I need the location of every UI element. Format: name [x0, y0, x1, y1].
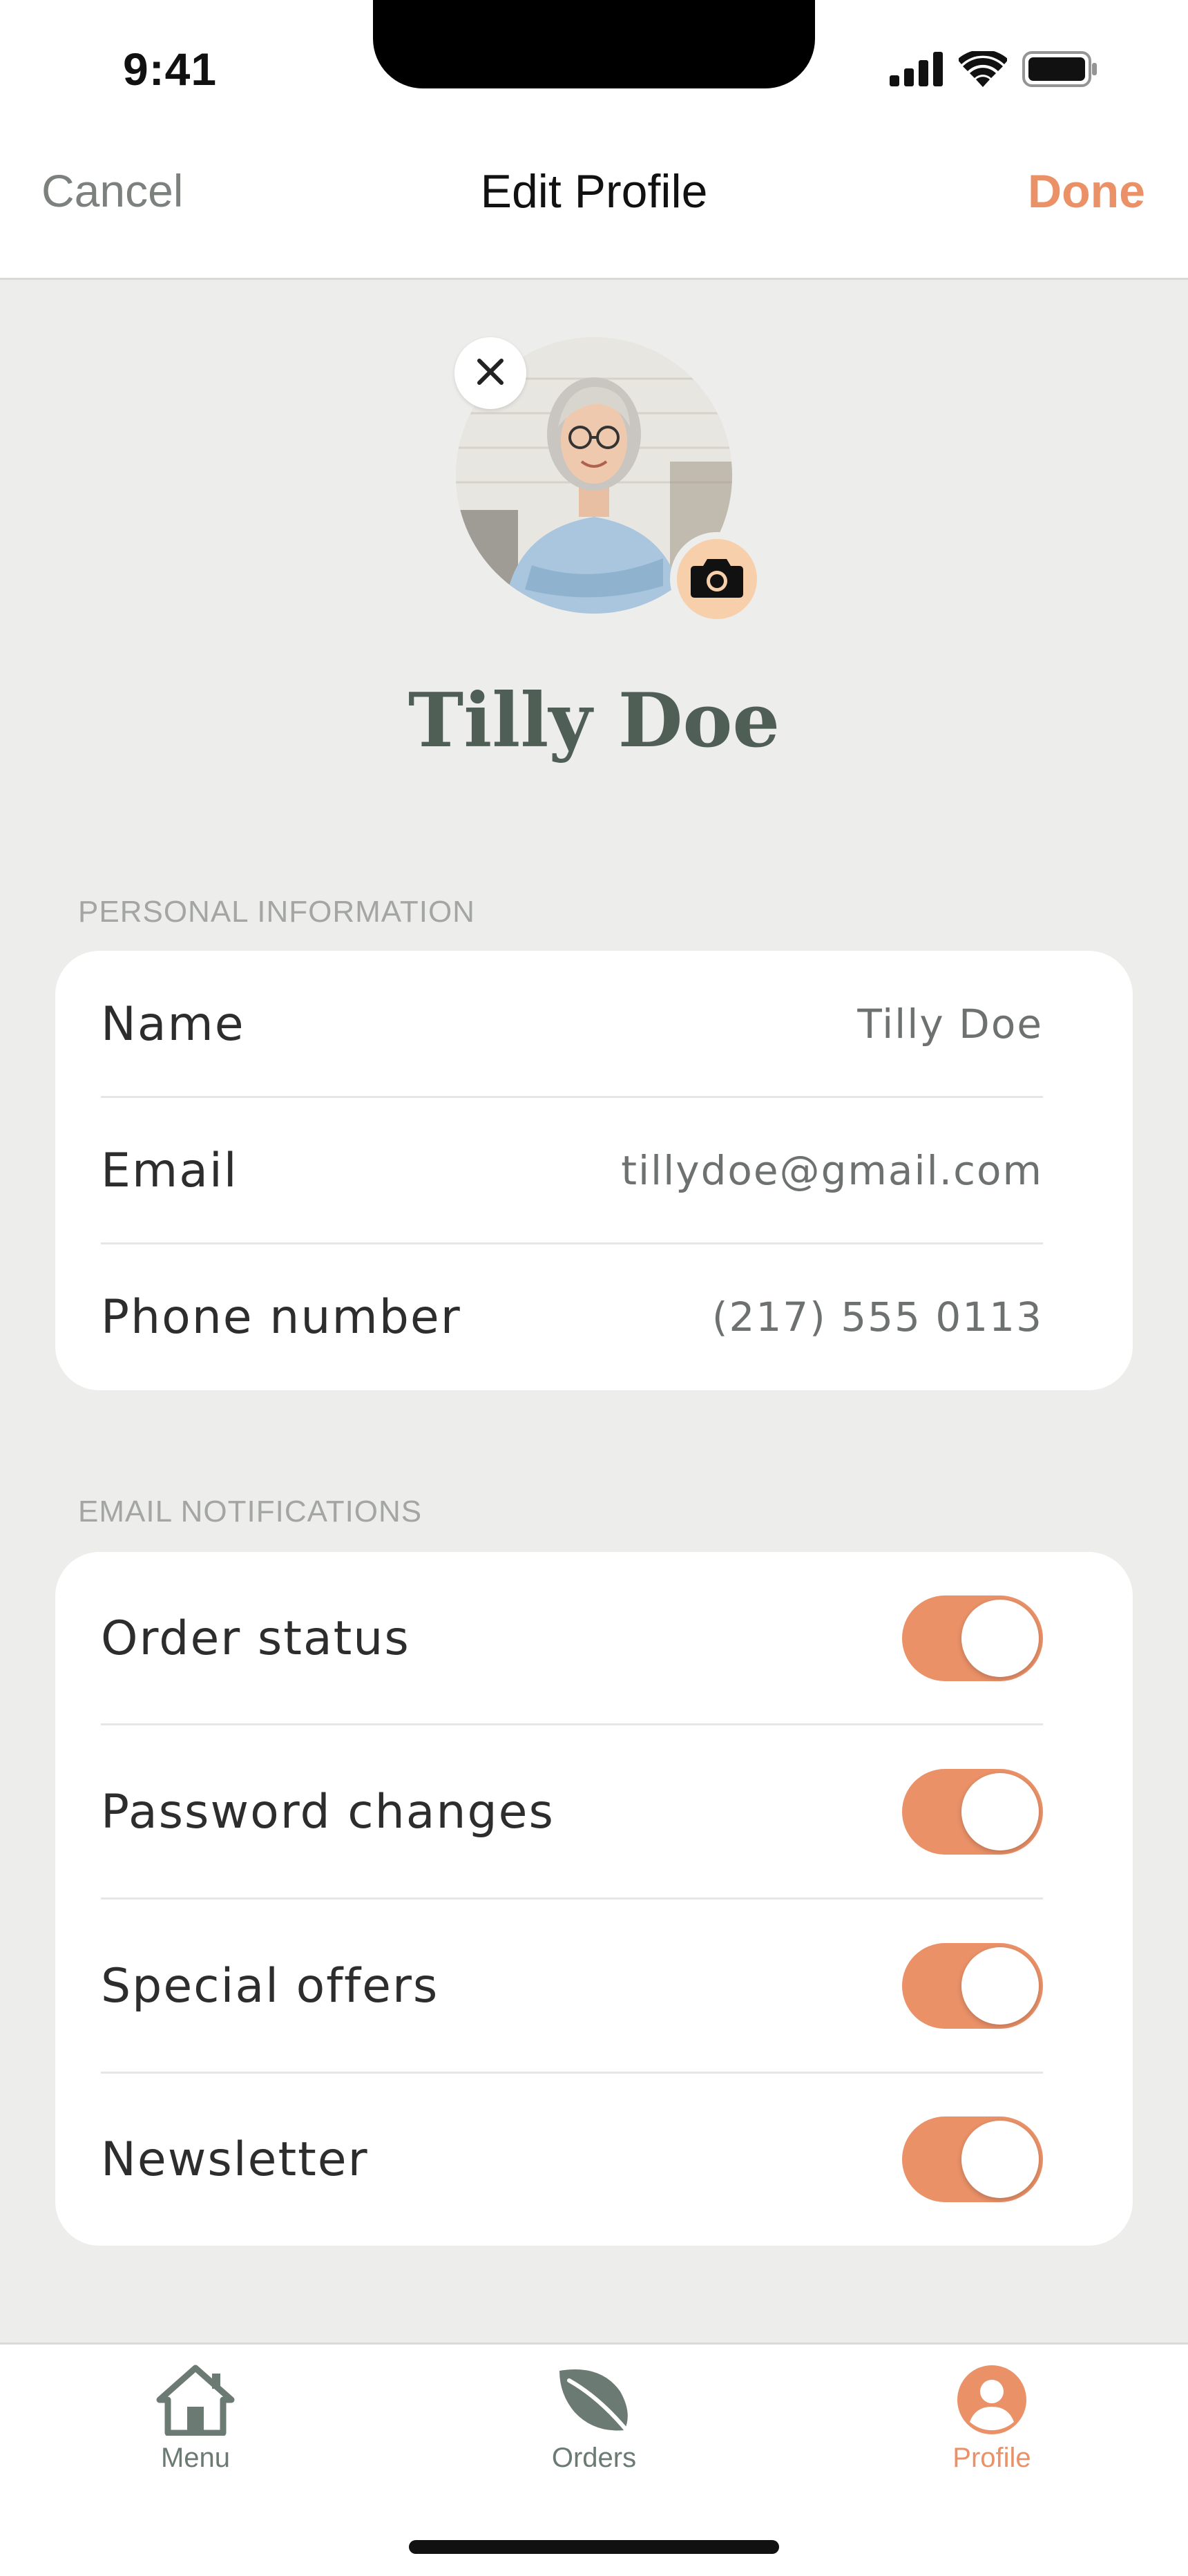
order-status-toggle[interactable] — [902, 1595, 1043, 1681]
tab-menu-label: Menu — [160, 2443, 231, 2473]
phone-label: Phone number — [101, 1289, 461, 1345]
device-notch — [373, 0, 815, 88]
order-status-row: Order status — [101, 1552, 1043, 1725]
special-offers-toggle[interactable] — [902, 1943, 1043, 2029]
toggle-knob — [961, 2121, 1039, 2198]
status-bar: 9:41 — [0, 0, 1188, 138]
section-label-personal-information: PERSONAL INFORMATION — [78, 895, 475, 929]
status-time: 9:41 — [123, 44, 218, 95]
home-indicator[interactable] — [409, 2540, 779, 2554]
home-icon — [154, 2365, 237, 2438]
remove-photo-button[interactable] — [454, 337, 526, 409]
section-label-email-notifications: EMAIL NOTIFICATIONS — [78, 1495, 423, 1528]
tab-menu[interactable]: Menu — [113, 2364, 278, 2474]
toggle-knob — [961, 1600, 1039, 1677]
navigation-bar: Cancel Edit Profile Done — [0, 138, 1188, 280]
change-photo-button[interactable] — [670, 532, 764, 626]
tab-orders[interactable]: Orders — [511, 2364, 677, 2474]
wifi-icon — [957, 49, 1008, 90]
profile-name: Tilly Doe — [408, 677, 780, 764]
camera-icon — [689, 556, 745, 602]
done-button[interactable]: Done — [1028, 164, 1145, 218]
battery-icon — [1022, 51, 1098, 90]
tab-profile-label: Profile — [952, 2443, 1031, 2473]
email-notifications-card: Order status Password changes Special of… — [55, 1552, 1133, 2246]
email-value[interactable]: tillydoe@gmail.com — [621, 1147, 1043, 1194]
toggle-knob — [961, 1947, 1039, 2025]
email-row[interactable]: Email tillydoe@gmail.com — [101, 1097, 1043, 1244]
special-offers-row: Special offers — [101, 1899, 1043, 2073]
user-icon — [950, 2365, 1033, 2438]
toggle-knob — [961, 1773, 1039, 1850]
order-status-label: Order status — [101, 1611, 410, 1666]
name-label: Name — [101, 996, 245, 1052]
email-label: Email — [101, 1143, 238, 1198]
password-changes-row: Password changes — [101, 1725, 1043, 1899]
password-changes-toggle[interactable] — [902, 1769, 1043, 1855]
signal-icon — [890, 52, 943, 89]
newsletter-toggle[interactable] — [902, 2116, 1043, 2202]
close-icon — [475, 357, 506, 390]
newsletter-row: Newsletter — [101, 2073, 1043, 2246]
special-offers-label: Special offers — [101, 1958, 439, 2014]
status-icons — [890, 49, 1098, 90]
leaf-icon — [553, 2369, 635, 2438]
phone-row[interactable]: Phone number (217) 555 0113 — [101, 1244, 1043, 1390]
password-changes-label: Password changes — [101, 1784, 555, 1839]
page-title: Edit Profile — [480, 165, 708, 218]
tab-orders-label: Orders — [551, 2443, 637, 2473]
personal-information-card: Name Tilly Doe Email tillydoe@gmail.com … — [55, 951, 1133, 1390]
name-row[interactable]: Name Tilly Doe — [101, 951, 1043, 1097]
tab-profile[interactable]: Profile — [909, 2364, 1075, 2474]
name-value[interactable]: Tilly Doe — [857, 1001, 1043, 1048]
phone-value[interactable]: (217) 555 0113 — [712, 1294, 1043, 1341]
newsletter-label: Newsletter — [101, 2132, 369, 2187]
